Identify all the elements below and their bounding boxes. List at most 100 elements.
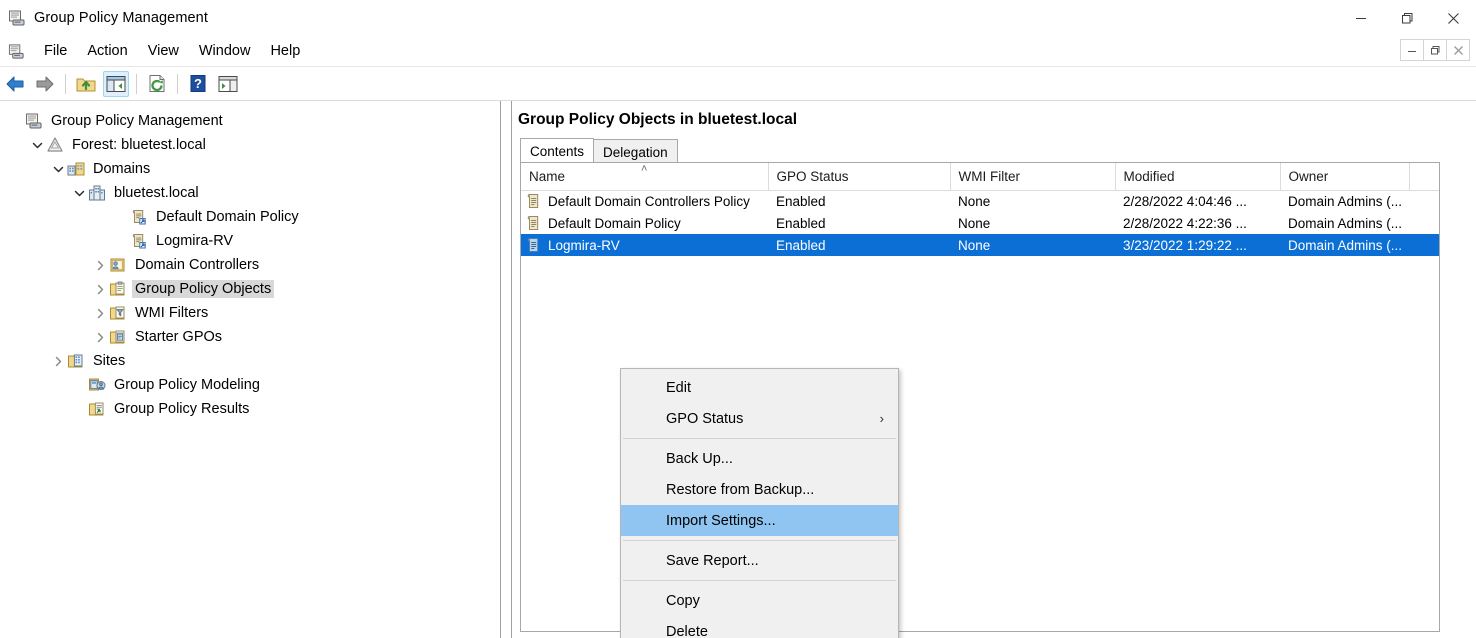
chevron-down-icon[interactable] bbox=[29, 133, 46, 157]
column-header-label: WMI Filter bbox=[958, 168, 1021, 184]
column-header-wmi-filter[interactable]: WMI Filter bbox=[950, 163, 1116, 191]
chevron-right-icon[interactable] bbox=[50, 349, 67, 373]
tree-item-domain-controllers[interactable]: Domain Controllers bbox=[0, 253, 499, 277]
cell-name: Logmira-RV bbox=[521, 234, 768, 256]
forward-button[interactable] bbox=[32, 71, 58, 97]
cell-gpo-status: Enabled bbox=[768, 234, 950, 256]
tree-item-label: bluetest.local bbox=[114, 185, 199, 201]
cell-owner: Domain Admins (... bbox=[1288, 193, 1403, 209]
menu-separator bbox=[623, 438, 896, 439]
tree-item-group-policy-management[interactable]: Group Policy Management bbox=[0, 109, 499, 133]
gpo-folder-icon bbox=[109, 280, 127, 298]
gpo-header-row: Name ˄ GPO Status WMI Filter Modified Owner bbox=[521, 163, 1439, 191]
domain-icon bbox=[88, 184, 106, 202]
chevron-down-icon[interactable] bbox=[50, 157, 67, 181]
context-menu-item-delete[interactable]: Delete bbox=[621, 616, 898, 638]
console-icon bbox=[8, 9, 26, 27]
table-row[interactable]: Default Domain Policy Enabled None 2/28/202… bbox=[521, 212, 1439, 234]
gpo-context-menu[interactable]: Edit GPO Status › Back Up... Restore from Ba… bbox=[620, 368, 899, 638]
cell-name-label: Default Domain Policy bbox=[548, 215, 681, 231]
chevron-right-icon[interactable] bbox=[92, 277, 109, 301]
context-menu-item-save-report[interactable]: Save Report... bbox=[621, 545, 898, 576]
cell-name-label: Logmira-RV bbox=[548, 237, 620, 253]
show-hide-console-tree-button[interactable] bbox=[103, 70, 129, 97]
menu-file[interactable]: File bbox=[35, 41, 76, 61]
sort-ascending-icon: ˄ bbox=[641, 163, 648, 175]
restore-button[interactable] bbox=[1384, 0, 1430, 36]
tree-item-sites[interactable]: Sites bbox=[0, 349, 499, 373]
toolbar-separator bbox=[177, 73, 178, 94]
tree-item-logmira-rv[interactable]: Logmira-RV bbox=[0, 229, 499, 253]
chevron-right-icon[interactable] bbox=[92, 301, 109, 325]
up-one-level-button[interactable] bbox=[73, 71, 99, 97]
gpo-link-icon bbox=[130, 208, 148, 226]
toolbar: ? bbox=[0, 67, 1476, 101]
console-tree-pane: Group Policy Management Forest: bluetest.… bbox=[0, 101, 500, 638]
context-menu-item-edit[interactable]: Edit bbox=[621, 372, 898, 403]
context-menu-item-label: GPO Status bbox=[666, 410, 744, 427]
context-menu-item-copy[interactable]: Copy bbox=[621, 585, 898, 616]
column-header-modified[interactable]: Modified bbox=[1115, 163, 1281, 191]
refresh-button[interactable] bbox=[144, 71, 170, 97]
domains-icon bbox=[67, 160, 85, 178]
starter-gpo-icon bbox=[109, 328, 127, 346]
column-header-spacer[interactable] bbox=[1409, 163, 1439, 191]
forest-icon bbox=[46, 136, 64, 154]
menu-help[interactable]: Help bbox=[261, 41, 309, 61]
help-button[interactable]: ? bbox=[185, 71, 211, 97]
column-header-name[interactable]: Name ˄ bbox=[521, 163, 769, 191]
tree-item-forest-bluetest-local[interactable]: Forest: bluetest.local bbox=[0, 133, 499, 157]
tree-item-group-policy-objects[interactable]: Group Policy Objects bbox=[0, 277, 499, 301]
context-menu-item-import-settings[interactable]: Import Settings... bbox=[621, 505, 898, 536]
results-icon bbox=[88, 400, 106, 418]
restore-child-button[interactable] bbox=[1423, 39, 1447, 61]
chevron-right-icon[interactable] bbox=[92, 253, 109, 277]
menu-window[interactable]: Window bbox=[190, 41, 260, 61]
tree-item-group-policy-modeling[interactable]: Group Policy Modeling bbox=[0, 373, 499, 397]
tree-item-group-policy-results[interactable]: Group Policy Results bbox=[0, 397, 499, 421]
console-tree: Group Policy Management Forest: bluetest.… bbox=[0, 101, 499, 421]
modeling-icon bbox=[88, 376, 106, 394]
toolbar-separator bbox=[136, 73, 137, 94]
tree-item-bluetest-local[interactable]: bluetest.local bbox=[0, 181, 499, 205]
tree-item-label: Group Policy Results bbox=[114, 401, 250, 417]
cell-owner: Domain Admins (... bbox=[1280, 234, 1409, 256]
tree-item-default-domain-policy[interactable]: Default Domain Policy bbox=[0, 205, 499, 229]
table-row[interactable]: Default Domain Controllers Policy Enabled… bbox=[521, 190, 1439, 212]
tree-item-domains[interactable]: Domains bbox=[0, 157, 499, 181]
context-menu-item-back-up[interactable]: Back Up... bbox=[621, 443, 898, 474]
show-action-pane-button[interactable] bbox=[215, 71, 241, 97]
cell-name: Default Domain Policy bbox=[521, 212, 768, 234]
column-header-label: Owner bbox=[1288, 168, 1329, 184]
table-row[interactable]: Logmira-RV Enabled None 3/23/2022 1:29:22 .… bbox=[521, 234, 1439, 256]
cell-spacer bbox=[1409, 212, 1439, 234]
context-menu-item-restore-from-backup[interactable]: Restore from Backup... bbox=[621, 474, 898, 505]
menu-action[interactable]: Action bbox=[78, 41, 136, 61]
gpo-table: Name ˄ GPO Status WMI Filter Modified Owner D… bbox=[521, 163, 1439, 256]
tab-contents[interactable]: Contents bbox=[520, 138, 595, 162]
menu-view[interactable]: View bbox=[139, 41, 188, 61]
back-button[interactable] bbox=[2, 71, 28, 97]
pane-splitter[interactable] bbox=[500, 101, 512, 638]
ou-icon bbox=[109, 256, 127, 274]
cell-wmi-filter: None bbox=[950, 234, 1115, 256]
minimize-button[interactable] bbox=[1338, 0, 1384, 36]
gpo-icon bbox=[525, 214, 543, 232]
minimize-child-button[interactable] bbox=[1400, 39, 1424, 61]
gpo-icon bbox=[525, 192, 543, 210]
close-button[interactable] bbox=[1430, 0, 1476, 36]
tree-item-label: Sites bbox=[93, 353, 126, 369]
tab-delegation[interactable]: Delegation bbox=[593, 139, 678, 162]
chevron-down-icon[interactable] bbox=[71, 181, 88, 205]
context-menu-item-gpo-status[interactable]: GPO Status › bbox=[621, 403, 898, 434]
context-menu-item-label: Edit bbox=[666, 379, 691, 396]
chevron-right-icon[interactable] bbox=[92, 325, 109, 349]
title-bar: Group Policy Management bbox=[0, 0, 1476, 36]
cell-name-label: Default Domain Controllers Policy bbox=[548, 193, 750, 209]
column-header-gpo-status[interactable]: GPO Status bbox=[768, 163, 951, 191]
close-child-button[interactable] bbox=[1446, 39, 1470, 61]
column-header-owner[interactable]: Owner bbox=[1280, 163, 1410, 191]
tree-item-wmi-filters[interactable]: WMI Filters bbox=[0, 301, 499, 325]
tree-item-starter-gpos[interactable]: Starter GPOs bbox=[0, 325, 499, 349]
